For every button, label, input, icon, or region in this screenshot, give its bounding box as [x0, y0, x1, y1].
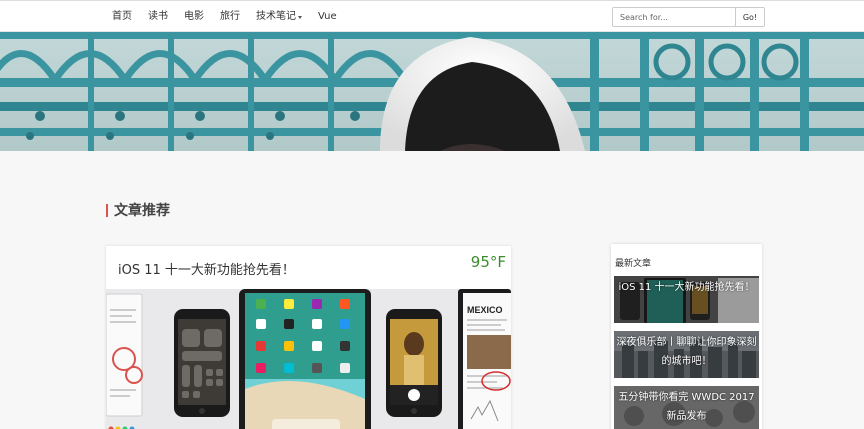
nav-item-label: 旅行	[220, 11, 240, 22]
weather-readout: 95°F	[470, 253, 506, 271]
sidebar-article-item[interactable]: iOS 11 十一大新功能抢先看！	[614, 276, 759, 323]
nav-item-label: 技术笔记	[256, 11, 296, 22]
banner-image	[0, 32, 864, 151]
sidebar-article-title: iOS 11 十一大新功能抢先看！	[618, 282, 755, 293]
nav-item-tech-notes-dropdown[interactable]: 技术笔记	[248, 1, 310, 33]
nav-item-label: 电影	[184, 11, 204, 22]
sidebar-article-item[interactable]: 五分钟带你看完 WWDC 2017 新品发布	[614, 386, 759, 429]
sidebar-article-title: 五分钟带你看完 WWDC 2017 新品发布	[618, 392, 755, 422]
article-title[interactable]: iOS 11 十一大新功能抢先看！	[118, 259, 295, 278]
nav-item-travel[interactable]: 旅行	[212, 1, 248, 33]
hero-banner	[0, 32, 864, 151]
search-go-button[interactable]: Go!	[736, 7, 765, 27]
nav-item-vue[interactable]: Vue	[310, 1, 345, 33]
section-title: 文章推荐	[114, 203, 170, 219]
sidebar-title: 最新文章	[615, 259, 652, 269]
sidebar-article-item[interactable]: 深夜俱乐部丨聊聊让你印象深刻的城市吧！	[614, 331, 759, 378]
featured-article-card[interactable]: iOS 11 十一大新功能抢先看！ 95°F MEXICO	[106, 246, 511, 429]
heading-accent-bar	[106, 203, 108, 217]
top-navbar: 首页 读书 电影 旅行 技术笔记 Vue Go!	[0, 0, 864, 32]
section-heading: 文章推荐	[106, 200, 170, 220]
nav-item-movies[interactable]: 电影	[176, 1, 212, 33]
search-form: Go!	[612, 7, 765, 27]
caret-down-icon	[298, 15, 302, 19]
search-input[interactable]	[612, 7, 736, 27]
article-image-caption: MEXICO	[467, 305, 503, 315]
article-image[interactable]: MEXICO	[106, 289, 511, 429]
nav-item-label: Vue	[318, 11, 337, 22]
nav-item-home[interactable]: 首页	[104, 1, 140, 33]
latest-articles-sidebar: 最新文章 iOS 11 十一大新功能抢先看！ 深夜俱乐部丨聊聊让你印象深刻的城市…	[611, 244, 762, 429]
nav-links: 首页 读书 电影 旅行 技术笔记 Vue	[104, 1, 345, 33]
nav-item-reading[interactable]: 读书	[140, 1, 176, 33]
nav-item-label: 首页	[112, 11, 132, 22]
nav-item-label: 读书	[148, 11, 168, 22]
sidebar-article-title: 深夜俱乐部丨聊聊让你印象深刻的城市吧！	[616, 337, 757, 367]
